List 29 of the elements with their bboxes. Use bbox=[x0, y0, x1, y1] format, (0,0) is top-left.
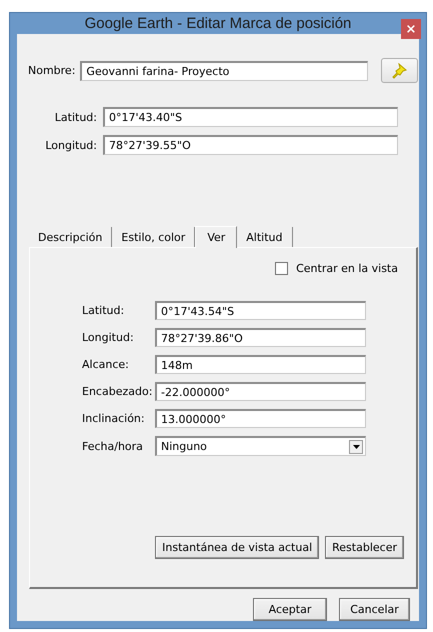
view-button[interactable]: Instantánea de vista actual bbox=[155, 536, 320, 559]
input-field[interactable]: 13.000000° bbox=[155, 409, 366, 428]
field-label: Inclinación: bbox=[82, 412, 146, 425]
checkbox[interactable] bbox=[275, 262, 288, 275]
cancel-button[interactable]: Cancelar bbox=[339, 598, 410, 621]
input-field[interactable]: 148m bbox=[155, 355, 366, 374]
coordinate-field[interactable]: 0°17'43.40"S bbox=[103, 107, 398, 127]
name-field[interactable]: Geovanni farina- Proyecto bbox=[80, 60, 368, 80]
tab[interactable]: Ver bbox=[195, 226, 238, 248]
accept-button[interactable]: Aceptar bbox=[253, 598, 327, 621]
checkbox-label: Centrar en la vista bbox=[296, 262, 398, 275]
field-label: Latitud: bbox=[54, 110, 97, 124]
field-label: Alcance: bbox=[82, 358, 130, 371]
field-label: Latitud: bbox=[82, 304, 126, 317]
date-time-dropdown[interactable]: Ninguno bbox=[155, 436, 366, 456]
view-button[interactable]: Restablecer bbox=[325, 536, 404, 559]
pushpin-icon bbox=[392, 62, 408, 78]
field-label: Fecha/hora bbox=[82, 440, 144, 452]
field-label: Longitud: bbox=[82, 331, 135, 344]
close-button[interactable]: × bbox=[401, 19, 421, 39]
window-title: Google Earth - Editar Marca de posición bbox=[84, 15, 352, 32]
field-label: Longitud: bbox=[44, 138, 97, 152]
input-field[interactable]: -22.000000° bbox=[155, 382, 366, 401]
field-label: Encabezado: bbox=[82, 385, 154, 398]
input-field[interactable]: 78°27'39.86"O bbox=[155, 328, 366, 347]
field-label: Nombre: bbox=[28, 64, 76, 77]
coordinate-field[interactable]: 78°27'39.55"O bbox=[103, 135, 398, 155]
dropdown-arrow-icon[interactable] bbox=[352, 444, 360, 448]
input-field[interactable]: 0°17'43.54"S bbox=[155, 301, 366, 320]
